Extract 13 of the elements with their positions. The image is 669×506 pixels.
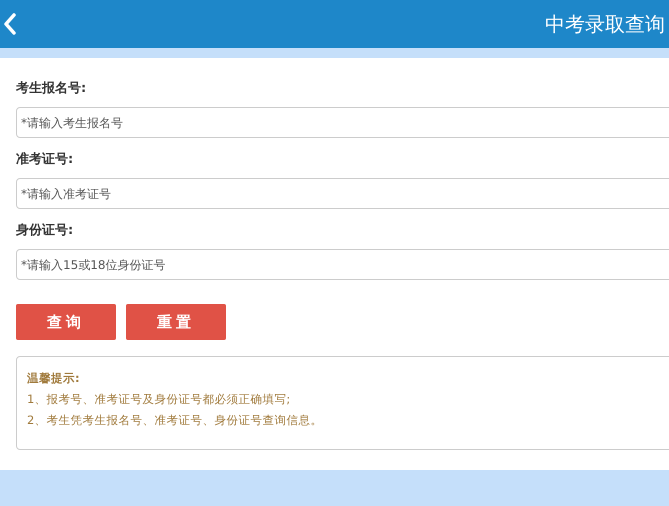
field-label: 考生报名号:	[16, 80, 88, 98]
reset-button[interactable]: 重置	[126, 304, 226, 340]
field-label: 身份证号:	[16, 222, 74, 240]
input-field[interactable]: *请输入准考证号	[16, 178, 669, 209]
input-field[interactable]: *请输入考生报名号	[16, 107, 669, 138]
notice-text: 2、考生凭考生报名号、准考证号、身份证号查询信息。	[27, 413, 322, 428]
notice-title: 温馨提示:	[27, 371, 80, 386]
page-title: 中考录取查询	[545, 12, 665, 38]
notice-text: 1、报考号、准考证号及身份证号都必须正确填写;	[27, 392, 290, 407]
input-field[interactable]: *请输入15或18位身份证号	[16, 249, 669, 280]
back-icon[interactable]	[4, 13, 16, 35]
query-button[interactable]: 查询	[16, 304, 116, 340]
field-label: 准考证号:	[16, 151, 74, 169]
